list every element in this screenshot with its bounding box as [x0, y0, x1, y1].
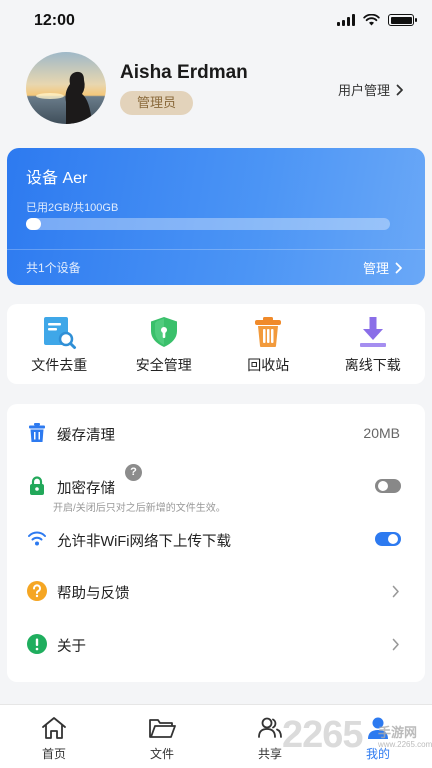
wifi-transfer-toggle[interactable] — [375, 532, 401, 546]
nav-label: 文件 — [149, 747, 174, 761]
tool-label: 回收站 — [247, 357, 290, 373]
role-badge: 管理员 — [120, 91, 193, 115]
settings-row-about[interactable]: 关于 — [7, 618, 425, 670]
help-icon[interactable]: ? — [125, 464, 142, 481]
settings-row-help[interactable]: 帮助与反馈 — [7, 562, 425, 618]
info-icon — [26, 633, 48, 655]
file-search-icon — [41, 314, 77, 350]
storage-progress-bar — [26, 218, 390, 230]
home-icon — [40, 715, 68, 741]
wifi-transfer-label: 允许非WiFi网络下上传下载 — [57, 534, 231, 550]
nav-item-share[interactable]: 共享 — [216, 705, 324, 768]
status-icons — [337, 14, 417, 26]
nav-item-home[interactable]: 首页 — [0, 705, 108, 768]
chevron-right-icon — [395, 262, 402, 273]
tool-label: 安全管理 — [135, 357, 192, 373]
battery-icon — [388, 14, 417, 26]
chevron-right-icon — [392, 638, 399, 651]
wifi-icon — [26, 527, 48, 549]
user-manage-link[interactable]: 用户管理 — [338, 80, 404, 99]
device-manage-button[interactable]: 管理 — [363, 258, 403, 277]
wifi-icon — [363, 14, 380, 26]
chevron-right-icon — [392, 585, 399, 598]
tools-card: 文件去重 安全管理 回收站 离线下载 — [7, 304, 425, 384]
tool-recycle-bin[interactable]: 回收站 — [216, 304, 321, 384]
nav-item-files[interactable]: 文件 — [108, 705, 216, 768]
tool-offline-download[interactable]: 离线下载 — [321, 304, 426, 384]
user-icon — [364, 715, 392, 741]
settings-row-encrypt: 加密存储 ? 开启/关闭后只对之后新增的文件生效。 — [7, 460, 425, 516]
divider — [7, 249, 425, 250]
avatar[interactable] — [26, 52, 106, 124]
signal-icon — [337, 14, 355, 26]
tool-label: 文件去重 — [31, 357, 88, 373]
trash-icon — [26, 422, 48, 444]
encrypt-label: 加密存储 — [57, 481, 115, 497]
nav-label: 共享 — [257, 747, 282, 761]
device-card[interactable]: 设备 Aer 已用2GB/共100GB 共1个设备 管理 — [7, 148, 425, 285]
cache-size: 20MB — [363, 425, 400, 441]
nav-item-me[interactable]: 我的 — [324, 705, 432, 768]
tool-security[interactable]: 安全管理 — [112, 304, 217, 384]
bottom-nav: 首页 文件 共享 我的 — [0, 704, 432, 768]
device-count: 共1个设备 — [26, 261, 81, 275]
nav-label: 我的 — [365, 747, 390, 761]
status-time: 12:00 — [34, 12, 75, 29]
storage-usage-text: 已用2GB/共100GB — [26, 202, 119, 214]
folder-icon — [148, 715, 176, 741]
lock-icon — [26, 475, 48, 497]
share-users-icon — [256, 715, 284, 741]
tool-label: 离线下载 — [344, 357, 401, 373]
status-bar: 12:00 — [0, 0, 432, 44]
settings-row-wifi: 允许非WiFi网络下上传下载 — [7, 516, 425, 562]
cache-label: 缓存清理 — [57, 428, 115, 444]
settings-card: 缓存清理 20MB 加密存储 ? 开启/关闭后只对之后新增的文件生效。 允许非W… — [7, 404, 425, 682]
nav-label: 首页 — [41, 747, 66, 761]
settings-row-cache[interactable]: 缓存清理 20MB — [7, 404, 425, 460]
device-title: 设备 Aer — [26, 170, 88, 187]
download-icon — [355, 314, 391, 350]
encrypt-description: 开启/关闭后只对之后新增的文件生效。 — [53, 503, 226, 514]
trash-icon — [250, 314, 286, 350]
encrypt-toggle[interactable] — [375, 479, 401, 493]
shield-icon — [146, 314, 182, 350]
question-icon — [26, 580, 48, 602]
chevron-right-icon — [396, 84, 403, 95]
user-manage-label: 用户管理 — [337, 83, 390, 98]
about-label: 关于 — [57, 639, 86, 655]
tool-file-dedupe[interactable]: 文件去重 — [7, 304, 112, 384]
storage-progress-fill — [26, 218, 41, 230]
device-manage-label: 管理 — [362, 261, 389, 276]
user-name: Aisha Erdman — [120, 62, 248, 83]
help-feedback-label: 帮助与反馈 — [57, 586, 130, 602]
